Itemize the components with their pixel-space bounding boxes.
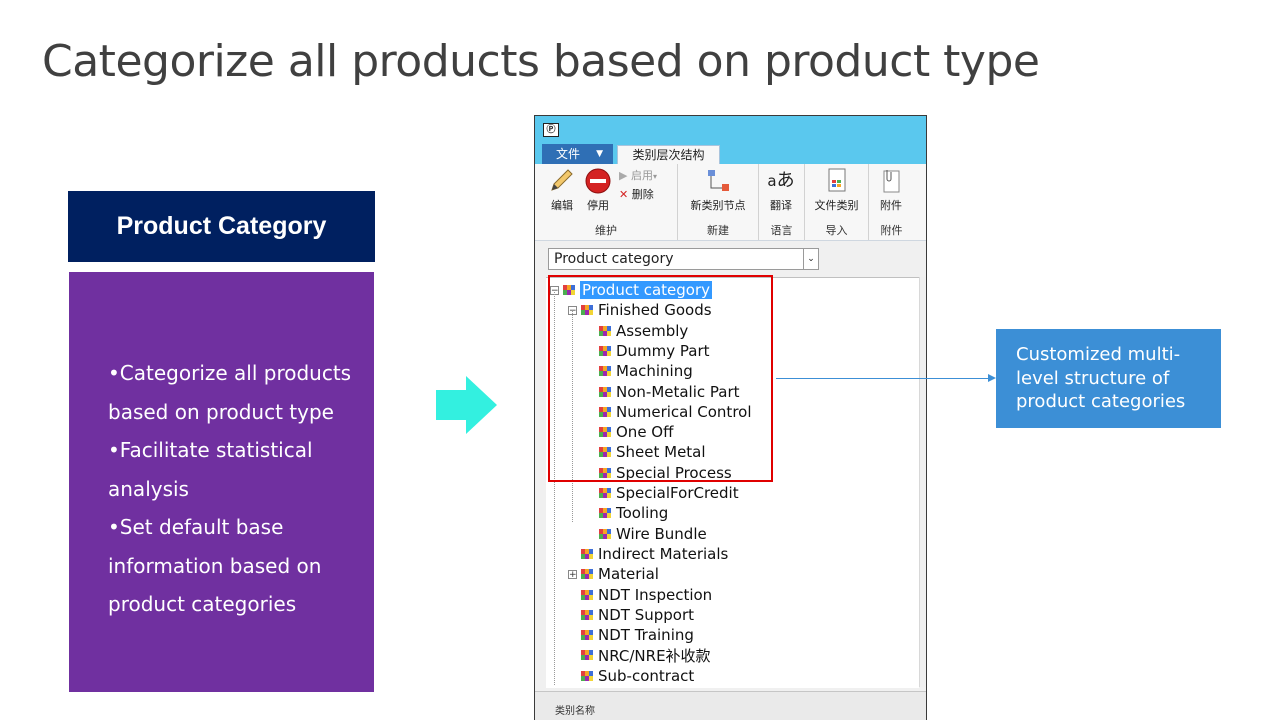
- chevron-down-icon[interactable]: ⌄: [803, 249, 818, 269]
- bullet-line: •Facilitate statistical: [108, 438, 313, 462]
- group-label-import: 导入: [825, 224, 848, 237]
- delete-button[interactable]: ✕ 删除: [619, 186, 675, 202]
- arrowhead-icon: [988, 374, 996, 382]
- callout-box: Customized multi- level structure of pro…: [996, 329, 1221, 428]
- file-category-button[interactable]: 文件类别: [808, 168, 865, 213]
- tree-node-label: Material: [598, 565, 659, 584]
- tree-node-label: NDT Inspection: [598, 585, 713, 604]
- attachment-label: 附件: [880, 199, 902, 212]
- enable-label: 启用: [630, 169, 653, 182]
- highlight-box: [548, 275, 773, 482]
- category-dropdown[interactable]: Product category ⌄: [548, 248, 819, 270]
- callout-line: product categories: [1016, 391, 1186, 412]
- pencil-icon: [548, 168, 576, 194]
- ribbon: 编辑 停用 ▶ 启用▾ ✕ 删除 维护 新类别节点 新建 aあ 翻译 语言 文件…: [535, 164, 926, 241]
- tree-node[interactable]: SpecialForCredit: [586, 483, 739, 503]
- ribbon-group-import: 文件类别 导入: [805, 164, 869, 240]
- category-node-icon: [581, 650, 593, 661]
- bullet-line: based on product type: [108, 399, 334, 424]
- tree-node[interactable]: Indirect Materials: [568, 544, 728, 564]
- category-node-icon: [599, 488, 611, 498]
- ribbon-tab-row: 文件 ▼ 类别层次结构: [535, 144, 926, 164]
- tree-node-label: NDT Support: [598, 605, 694, 624]
- product-category-header: Product Category: [68, 191, 375, 262]
- tree-node[interactable]: + Material: [568, 564, 659, 584]
- translate-button[interactable]: aあ 翻译: [763, 168, 799, 213]
- chevron-down-icon: ▼: [596, 149, 603, 159]
- bullet-line: analysis: [108, 476, 189, 501]
- tab-category-hierarchy[interactable]: 类别层次结构: [617, 145, 720, 164]
- callout-line: Customized multi-: [1016, 344, 1181, 365]
- ribbon-group-new: 新类别节点 新建: [678, 164, 759, 240]
- tree-node[interactable]: NDT Training: [568, 625, 694, 645]
- paperclip-document-icon: [877, 168, 905, 194]
- tree-node-label: Wire Bundle: [616, 524, 707, 543]
- bullet-line: product categories: [108, 592, 297, 616]
- group-label-language: 语言: [770, 224, 793, 237]
- product-category-panel: •Categorize all products based on produc…: [69, 272, 374, 692]
- category-node-icon: [599, 508, 611, 519]
- edit-button[interactable]: 编辑: [545, 168, 579, 213]
- translate-label: 翻译: [770, 199, 792, 212]
- slide-title: Categorize all products based on product…: [42, 36, 1040, 87]
- category-node-icon: [599, 528, 611, 539]
- chevron-down-icon: ▾: [652, 172, 657, 181]
- group-label-maintain: 维护: [595, 224, 617, 237]
- tree-node[interactable]: NRC/NRE补收款: [568, 645, 711, 665]
- group-label-new: 新建: [707, 224, 729, 237]
- connector-line: [776, 378, 990, 379]
- bullet-line: •Set default base: [108, 515, 284, 539]
- group-label-attachment: 附件: [880, 224, 903, 237]
- edit-label: 编辑: [551, 199, 573, 212]
- bullet-line: information based on: [108, 553, 322, 578]
- disable-label: 停用: [587, 199, 609, 212]
- tree-node[interactable]: Sub-contract: [568, 666, 694, 686]
- tree-node-label: Tooling: [616, 504, 669, 523]
- disable-button[interactable]: 停用: [581, 168, 615, 213]
- hierarchy-node-icon: [704, 168, 732, 194]
- category-node-icon: [581, 630, 593, 641]
- attachment-button[interactable]: 附件: [873, 168, 909, 213]
- ribbon-group-maintain: 编辑 停用 ▶ 启用▾ ✕ 删除 维护: [535, 164, 678, 240]
- new-category-node-button[interactable]: 新类别节点: [682, 168, 754, 213]
- play-icon: ▶: [619, 169, 628, 182]
- app-icon: Ⓟ: [543, 123, 559, 137]
- category-node-icon: [581, 589, 593, 600]
- tree-node[interactable]: NDT Inspection: [568, 585, 712, 605]
- ribbon-group-attachment: 附件 附件: [869, 164, 914, 240]
- file-menu-tab[interactable]: 文件 ▼: [542, 144, 613, 164]
- file-tab-label: 文件: [556, 147, 581, 161]
- stop-icon: [584, 168, 612, 194]
- right-arrow-icon: [436, 376, 497, 434]
- window-titlebar: Ⓟ: [535, 116, 926, 144]
- enable-button[interactable]: ▶ 启用▾: [619, 167, 675, 183]
- category-node-icon: [581, 609, 593, 620]
- callout-line: level structure of: [1016, 367, 1170, 389]
- delete-x-icon: ✕: [619, 188, 629, 201]
- category-node-icon: [581, 548, 593, 559]
- tree-node[interactable]: Tooling: [586, 503, 668, 523]
- ribbon-group-language: aあ 翻译 语言: [759, 164, 805, 240]
- tree-scrollbar[interactable]: [919, 277, 926, 687]
- bullet-line: •Categorize all products: [108, 361, 352, 385]
- translate-icon: aあ: [767, 170, 795, 191]
- tree-node-label: Sub-contract: [598, 666, 695, 685]
- category-node-icon: [581, 670, 593, 681]
- column-header-category-name: 类别名称: [535, 691, 926, 720]
- file-category-label: 文件类别: [814, 199, 859, 212]
- tree-node-label: NDT Training: [598, 626, 694, 645]
- tree-node-label: Indirect Materials: [598, 544, 729, 563]
- spreadsheet-icon: [823, 168, 851, 194]
- tree-node[interactable]: Wire Bundle: [586, 524, 707, 544]
- category-node-icon: [581, 569, 593, 580]
- tree-node[interactable]: NDT Support: [568, 605, 694, 625]
- delete-label: 删除: [631, 188, 654, 201]
- category-dropdown-value: Product category: [554, 251, 674, 267]
- new-category-node-label: 新类别节点: [690, 199, 746, 212]
- tree-node-label: SpecialForCredit: [616, 484, 739, 502]
- expand-icon[interactable]: +: [568, 569, 577, 579]
- tree-node-label: NRC/NRE补收款: [598, 646, 711, 665]
